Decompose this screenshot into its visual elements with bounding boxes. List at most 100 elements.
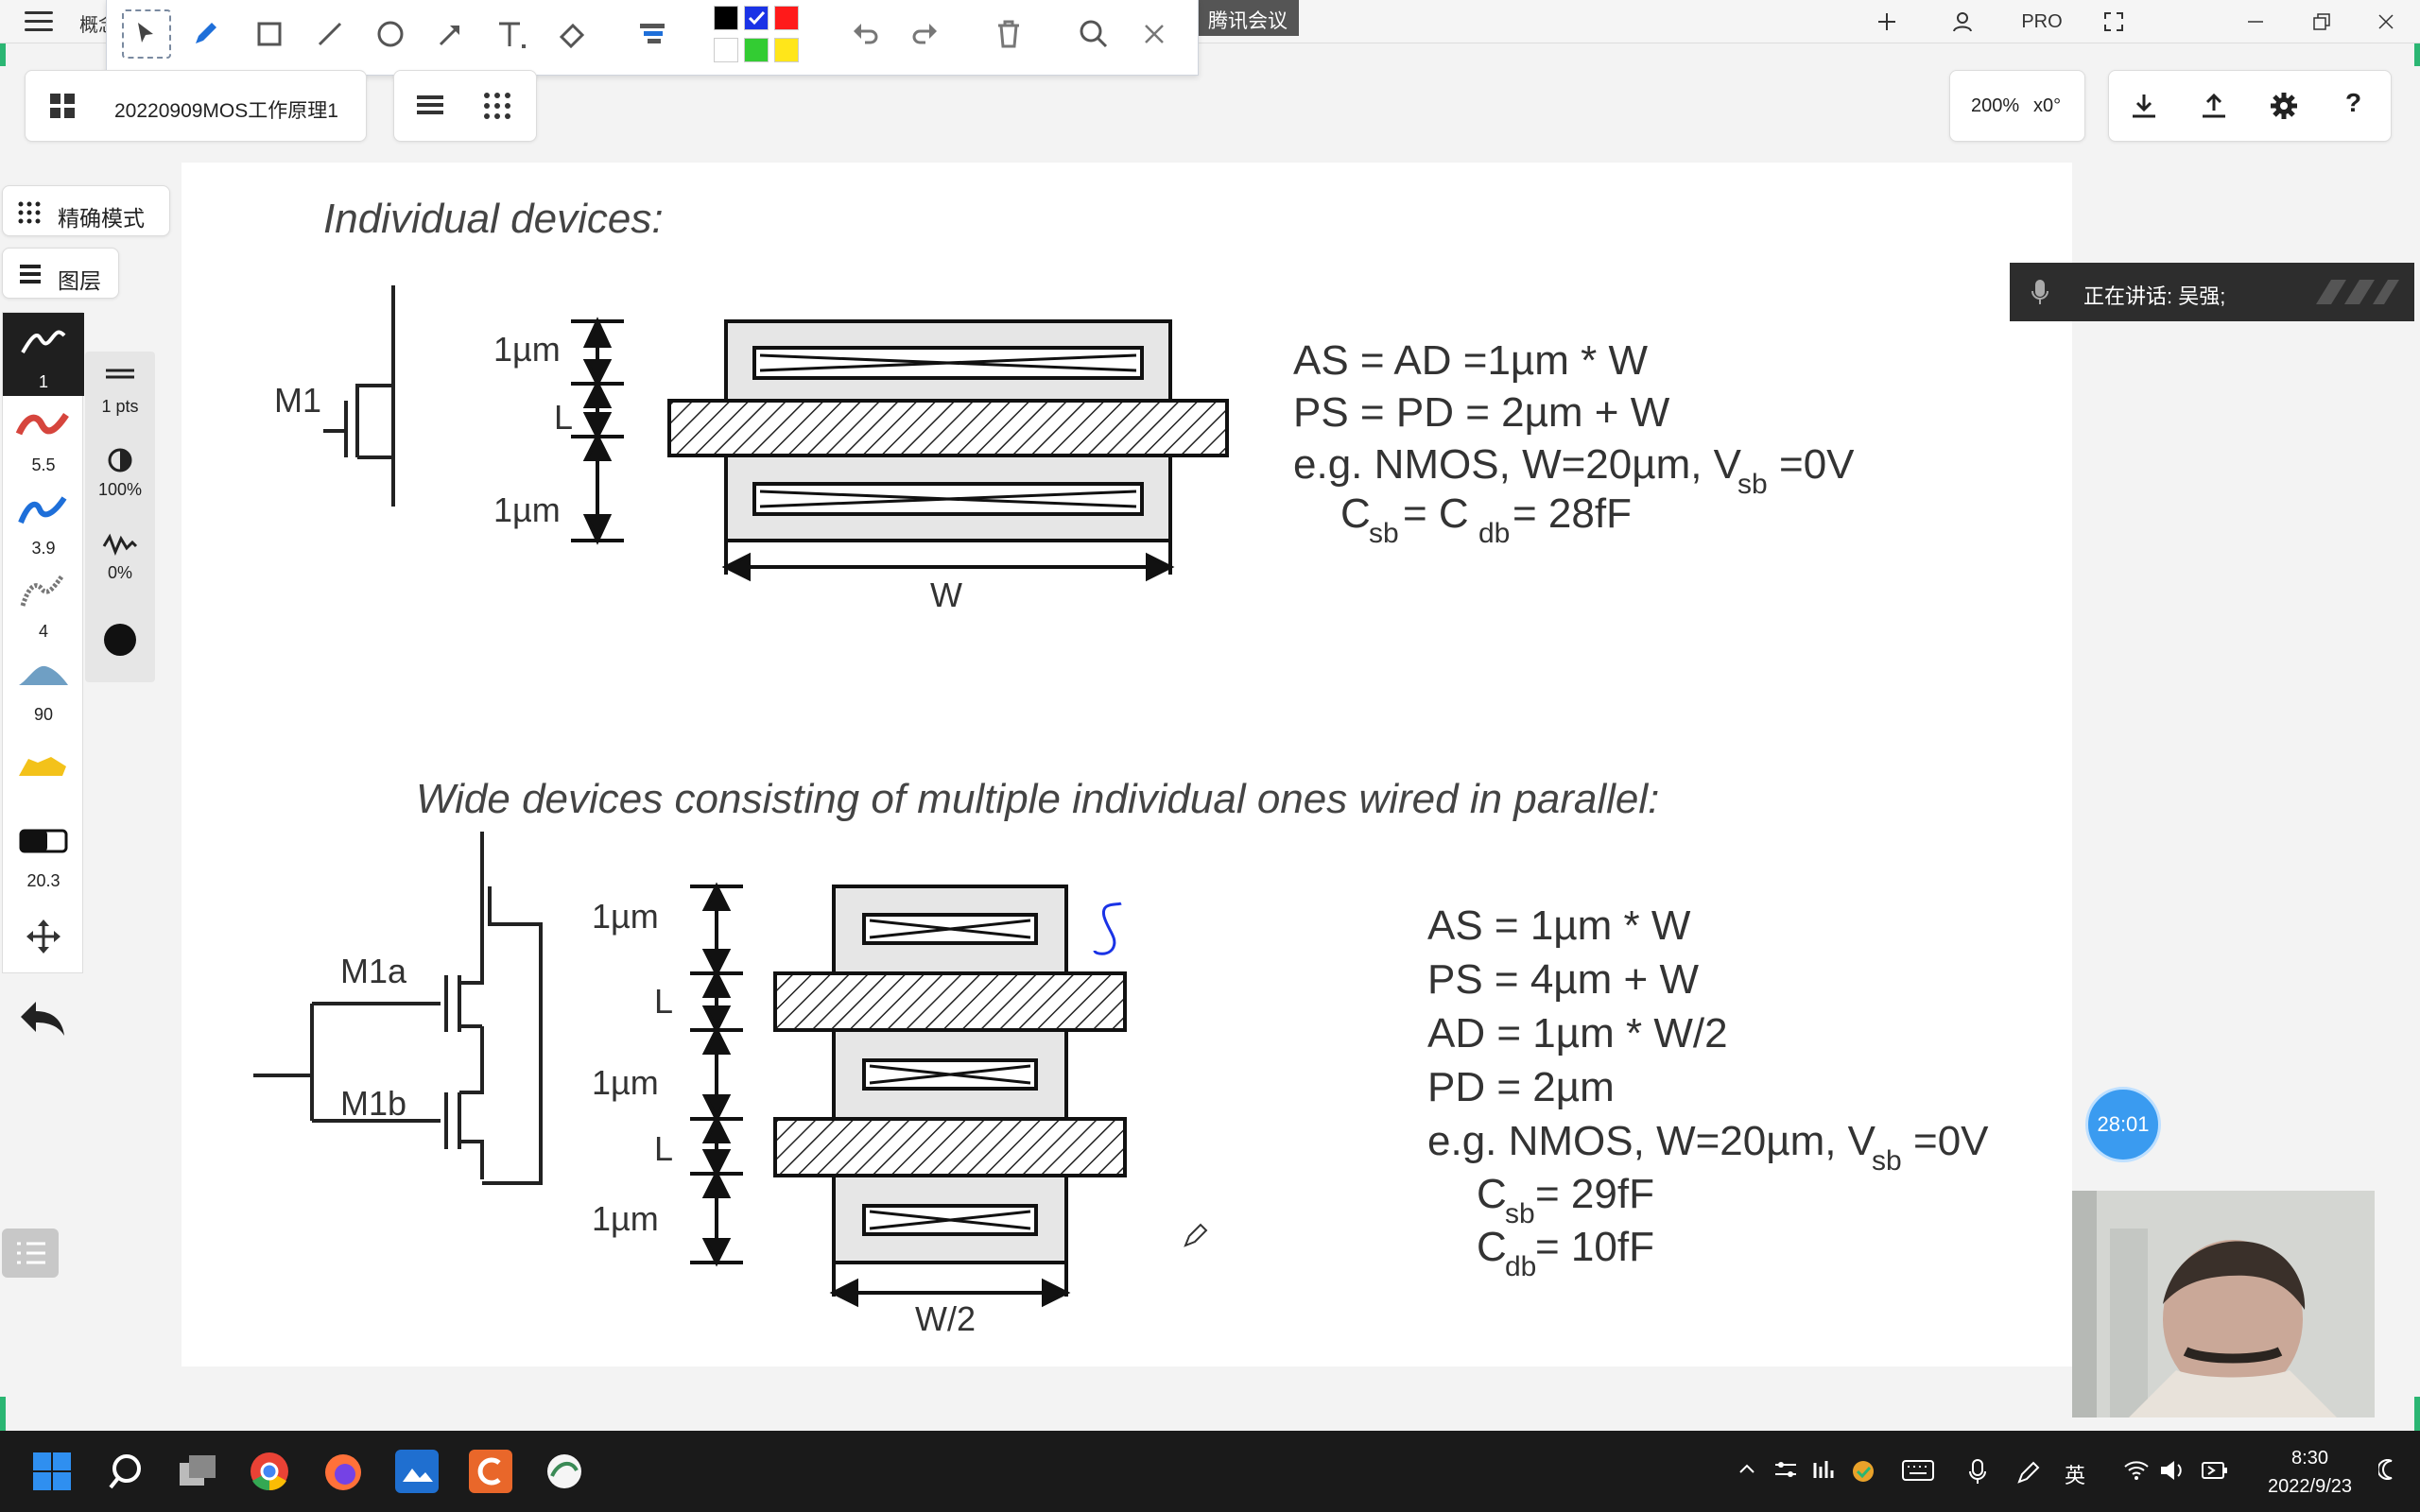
grid-view-icon[interactable]: [48, 92, 77, 125]
system-clock[interactable]: 8:30 2022/9/23: [2268, 1444, 2352, 1501]
layers-label: 图层: [58, 268, 101, 293]
back-arrow-icon[interactable]: [17, 996, 68, 1044]
stroke-width-icon[interactable]: [102, 367, 138, 387]
fullscreen-icon[interactable]: [2095, 6, 2133, 38]
eq-wide-example: e.g. NMOS, W=20µm, V sb =0V: [1427, 1118, 1989, 1177]
device-layout-parallel: [773, 885, 1127, 1264]
pro-badge[interactable]: PRO: [2014, 6, 2070, 38]
dim-1um-b2: 1µm: [592, 1063, 659, 1102]
outline-list-icon[interactable]: [2, 1228, 59, 1278]
download-icon[interactable]: [2130, 92, 2158, 125]
chrome-icon[interactable]: [248, 1450, 291, 1493]
actions-panel: ?: [2108, 70, 2392, 142]
pen-stroke-blue-icon: [18, 496, 67, 524]
volume-icon[interactable]: [2159, 1459, 2186, 1487]
precise-mode-button[interactable]: 精确模式: [2, 185, 170, 236]
pen-tray-icon[interactable]: [2015, 1459, 2042, 1491]
whiteboard-app-icon[interactable]: [543, 1450, 586, 1493]
handwritten-s-annotation: [1093, 902, 1122, 955]
tray-settings-icon[interactable]: [1773, 1459, 1798, 1486]
stroke-width-value: 1 pts: [101, 397, 139, 416]
settings-gear-icon[interactable]: [2270, 92, 2298, 125]
add-icon[interactable]: [1868, 6, 1906, 38]
pen-tool-icon[interactable]: [181, 9, 230, 59]
pen-preset-6[interactable]: [3, 729, 84, 812]
opacity-icon[interactable]: [106, 446, 134, 479]
smoothing-icon[interactable]: [102, 531, 138, 560]
search-icon[interactable]: [1069, 9, 1118, 59]
pen-preset-3[interactable]: 3.9: [3, 479, 84, 562]
firefox-icon[interactable]: [321, 1450, 365, 1493]
eq-example-sub: sb: [1737, 469, 1768, 500]
layers-button[interactable]: 图层: [2, 248, 119, 299]
clock-time: 8:30: [2291, 1448, 2328, 1469]
minimize-icon[interactable]: [2237, 6, 2274, 38]
color-swatch-yellow[interactable]: [774, 38, 799, 62]
color-swatch-red[interactable]: [774, 6, 799, 30]
pen-preset-1[interactable]: 1: [3, 313, 84, 396]
tray-overflow-icon[interactable]: [1737, 1459, 1756, 1484]
meeting-timer[interactable]: 28:01: [2085, 1087, 2161, 1162]
pen-preset-1-value: 1: [38, 372, 48, 391]
pen-color-dot[interactable]: [104, 624, 136, 656]
color-swatch-blue[interactable]: [744, 6, 769, 30]
restore-icon[interactable]: [2303, 6, 2341, 38]
pen-properties-panel: 1 pts 100% 0%: [85, 352, 155, 682]
color-swatch-white[interactable]: [714, 38, 738, 62]
rotation-value[interactable]: x0°: [2033, 95, 2061, 117]
upload-icon[interactable]: [2200, 92, 2228, 125]
select-tool-icon[interactable]: [122, 9, 171, 59]
ime-indicator[interactable]: 英: [2065, 1459, 2085, 1489]
start-windows-icon[interactable]: [30, 1450, 74, 1493]
webcam-video[interactable]: [2072, 1191, 2375, 1418]
eq-wide-example-sub: sb: [1872, 1145, 1902, 1177]
task-view-icon[interactable]: [176, 1450, 219, 1493]
wifi-icon[interactable]: [2123, 1459, 2150, 1486]
keyboard-icon[interactable]: [1902, 1459, 1934, 1487]
zoom-level[interactable]: 200%: [1971, 95, 2019, 117]
arrow-tool-icon[interactable]: [426, 9, 475, 59]
window-border-marker: [0, 1397, 6, 1431]
color-swatch-green[interactable]: [744, 38, 769, 62]
align-tool-icon[interactable]: [629, 9, 678, 59]
pen-preset-2[interactable]: 5.5: [3, 396, 84, 479]
dimension-arrows-bottom: [690, 882, 743, 1267]
color-swatch-black[interactable]: [714, 6, 738, 30]
ellipse-tool-icon[interactable]: [366, 9, 415, 59]
text-tool-icon[interactable]: [487, 9, 536, 59]
rectangle-tool-icon[interactable]: [245, 9, 294, 59]
pen-preset-5[interactable]: 90: [3, 645, 84, 729]
label-m1a: M1a: [340, 952, 407, 990]
pen-preset-4[interactable]: 4: [3, 562, 84, 645]
microphone-tray-icon[interactable]: [1968, 1459, 1987, 1491]
dimension-arrows-top: [571, 317, 624, 545]
app-c-icon[interactable]: [469, 1450, 512, 1493]
pen-preset-7[interactable]: 20.3: [3, 812, 84, 895]
dim-l-top: L: [554, 398, 573, 437]
tray-status-icon[interactable]: [1851, 1459, 1876, 1489]
notification-moon-icon[interactable]: [2377, 1459, 2399, 1486]
delete-icon[interactable]: [984, 9, 1033, 59]
tray-chart-icon[interactable]: [1813, 1459, 1838, 1486]
undo-icon[interactable]: [840, 9, 890, 59]
line-tool-icon[interactable]: [305, 9, 354, 59]
hamburger-menu-icon[interactable]: [25, 11, 53, 32]
photos-app-icon[interactable]: [395, 1450, 439, 1493]
window-border-marker: [2414, 1397, 2420, 1431]
account-icon[interactable]: [1944, 6, 1981, 38]
layers-stack-icon[interactable]: [415, 92, 445, 125]
eraser-tool-icon[interactable]: [547, 9, 596, 59]
redo-icon[interactable]: [901, 9, 950, 59]
search-taskbar-icon[interactable]: [106, 1450, 149, 1493]
help-icon[interactable]: ?: [2345, 88, 2361, 118]
move-palette-handle[interactable]: [3, 897, 84, 980]
close-toolbar-icon[interactable]: [1130, 9, 1179, 59]
slide-canvas[interactable]: Individual devices: M1 1µm L 1µm W AS = …: [182, 163, 2072, 1366]
close-window-icon[interactable]: [2367, 6, 2405, 38]
zoom-panel[interactable]: 200% x0°: [1949, 70, 2085, 142]
eq-wide-ad: AD = 1µm * W/2: [1427, 1010, 1728, 1057]
battery-icon[interactable]: [2201, 1459, 2229, 1487]
document-title[interactable]: 20220909MOS工作原理1: [114, 95, 338, 124]
dot-grid-icon[interactable]: [483, 92, 511, 125]
pen-palette: 1 5.5 3.9 4 90 20.3: [2, 312, 84, 973]
